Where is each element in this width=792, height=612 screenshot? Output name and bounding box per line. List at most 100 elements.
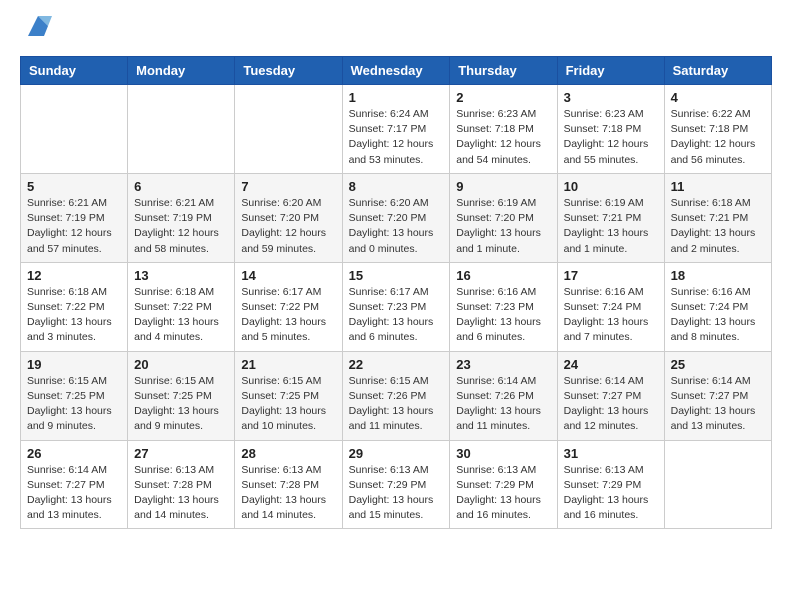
day-info: Sunrise: 6:13 AM Sunset: 7:29 PM Dayligh… bbox=[564, 463, 658, 524]
day-number: 14 bbox=[241, 268, 335, 283]
day-number: 9 bbox=[456, 179, 550, 194]
calendar-cell: 13Sunrise: 6:18 AM Sunset: 7:22 PM Dayli… bbox=[128, 262, 235, 351]
day-number: 18 bbox=[671, 268, 765, 283]
day-number: 22 bbox=[349, 357, 444, 372]
calendar-cell: 31 Sunrise: 6:13 AM Sunset: 7:29 PM Dayli… bbox=[557, 440, 664, 529]
day-number: 12 bbox=[27, 268, 121, 283]
day-info: Sunrise: 6:14 AM Sunset: 7:27 PM Dayligh… bbox=[564, 374, 658, 435]
day-number: 23 bbox=[456, 357, 550, 372]
day-number: 29 bbox=[349, 446, 444, 461]
day-info: Sunrise: 6:13 AM Sunset: 7:28 PM Dayligh… bbox=[241, 463, 335, 524]
calendar-table: SundayMondayTuesdayWednesdayThursdayFrid… bbox=[20, 56, 772, 529]
calendar-cell bbox=[235, 85, 342, 174]
day-info: Sunrise: 6:13 AM Sunset: 7:29 PM Dayligh… bbox=[349, 463, 444, 524]
calendar-cell: 17 Sunrise: 6:16 AM Sunset: 7:24 PM Dayli… bbox=[557, 262, 664, 351]
day-number: 20 bbox=[134, 357, 228, 372]
day-info: Sunrise: 6:16 AM Sunset: 7:24 PM Dayligh… bbox=[564, 285, 658, 346]
day-header-wednesday: Wednesday bbox=[342, 57, 450, 85]
calendar-cell bbox=[664, 440, 771, 529]
day-number: 19 bbox=[27, 357, 121, 372]
day-number: 27 bbox=[134, 446, 228, 461]
calendar-week-row: 12Sunrise: 6:18 AM Sunset: 7:22 PM Dayli… bbox=[21, 262, 772, 351]
calendar-cell: 15Sunrise: 6:17 AM Sunset: 7:23 PM Dayli… bbox=[342, 262, 450, 351]
day-header-tuesday: Tuesday bbox=[235, 57, 342, 85]
day-number: 13 bbox=[134, 268, 228, 283]
day-info: Sunrise: 6:14 AM Sunset: 7:26 PM Dayligh… bbox=[456, 374, 550, 435]
day-info: Sunrise: 6:15 AM Sunset: 7:25 PM Dayligh… bbox=[27, 374, 121, 435]
day-number: 30 bbox=[456, 446, 550, 461]
day-number: 26 bbox=[27, 446, 121, 461]
day-header-sunday: Sunday bbox=[21, 57, 128, 85]
day-info: Sunrise: 6:21 AM Sunset: 7:19 PM Dayligh… bbox=[134, 196, 228, 257]
day-info: Sunrise: 6:20 AM Sunset: 7:20 PM Dayligh… bbox=[349, 196, 444, 257]
day-number: 5 bbox=[27, 179, 121, 194]
day-info: Sunrise: 6:17 AM Sunset: 7:22 PM Dayligh… bbox=[241, 285, 335, 346]
day-number: 31 bbox=[564, 446, 658, 461]
calendar-week-row: 5 Sunrise: 6:21 AM Sunset: 7:19 PM Daylig… bbox=[21, 173, 772, 262]
day-number: 16 bbox=[456, 268, 550, 283]
day-header-friday: Friday bbox=[557, 57, 664, 85]
day-number: 6 bbox=[134, 179, 228, 194]
calendar-cell: 7 Sunrise: 6:20 AM Sunset: 7:20 PM Daylig… bbox=[235, 173, 342, 262]
calendar-cell: 9 Sunrise: 6:19 AM Sunset: 7:20 PM Daylig… bbox=[450, 173, 557, 262]
day-number: 21 bbox=[241, 357, 335, 372]
day-number: 17 bbox=[564, 268, 658, 283]
day-info: Sunrise: 6:16 AM Sunset: 7:23 PM Dayligh… bbox=[456, 285, 550, 346]
calendar-week-row: 1 Sunrise: 6:24 AM Sunset: 7:17 PM Daylig… bbox=[21, 85, 772, 174]
day-info: Sunrise: 6:21 AM Sunset: 7:19 PM Dayligh… bbox=[27, 196, 121, 257]
calendar-cell: 19 Sunrise: 6:15 AM Sunset: 7:25 PM Dayli… bbox=[21, 351, 128, 440]
calendar-cell: 3 Sunrise: 6:23 AM Sunset: 7:18 PM Daylig… bbox=[557, 85, 664, 174]
calendar-cell: 14 Sunrise: 6:17 AM Sunset: 7:22 PM Dayli… bbox=[235, 262, 342, 351]
day-header-saturday: Saturday bbox=[664, 57, 771, 85]
day-number: 1 bbox=[349, 90, 444, 105]
calendar-week-row: 19 Sunrise: 6:15 AM Sunset: 7:25 PM Dayli… bbox=[21, 351, 772, 440]
calendar-week-row: 26Sunrise: 6:14 AM Sunset: 7:27 PM Dayli… bbox=[21, 440, 772, 529]
calendar-cell: 10Sunrise: 6:19 AM Sunset: 7:21 PM Dayli… bbox=[557, 173, 664, 262]
calendar-cell bbox=[21, 85, 128, 174]
page-header bbox=[20, 20, 772, 40]
day-number: 10 bbox=[564, 179, 658, 194]
day-info: Sunrise: 6:22 AM Sunset: 7:18 PM Dayligh… bbox=[671, 107, 765, 168]
day-info: Sunrise: 6:14 AM Sunset: 7:27 PM Dayligh… bbox=[671, 374, 765, 435]
day-info: Sunrise: 6:13 AM Sunset: 7:29 PM Dayligh… bbox=[456, 463, 550, 524]
calendar-cell: 27 Sunrise: 6:13 AM Sunset: 7:28 PM Dayli… bbox=[128, 440, 235, 529]
day-number: 24 bbox=[564, 357, 658, 372]
day-info: Sunrise: 6:20 AM Sunset: 7:20 PM Dayligh… bbox=[241, 196, 335, 257]
day-info: Sunrise: 6:18 AM Sunset: 7:21 PM Dayligh… bbox=[671, 196, 765, 257]
calendar-cell: 30 Sunrise: 6:13 AM Sunset: 7:29 PM Dayli… bbox=[450, 440, 557, 529]
day-number: 11 bbox=[671, 179, 765, 194]
calendar-cell: 2Sunrise: 6:23 AM Sunset: 7:18 PM Daylig… bbox=[450, 85, 557, 174]
logo bbox=[20, 20, 52, 40]
calendar-cell bbox=[128, 85, 235, 174]
day-info: Sunrise: 6:13 AM Sunset: 7:28 PM Dayligh… bbox=[134, 463, 228, 524]
day-info: Sunrise: 6:15 AM Sunset: 7:26 PM Dayligh… bbox=[349, 374, 444, 435]
calendar-cell: 20Sunrise: 6:15 AM Sunset: 7:25 PM Dayli… bbox=[128, 351, 235, 440]
calendar-cell: 6 Sunrise: 6:21 AM Sunset: 7:19 PM Daylig… bbox=[128, 173, 235, 262]
calendar-cell: 5 Sunrise: 6:21 AM Sunset: 7:19 PM Daylig… bbox=[21, 173, 128, 262]
calendar-cell: 25 Sunrise: 6:14 AM Sunset: 7:27 PM Dayli… bbox=[664, 351, 771, 440]
day-header-monday: Monday bbox=[128, 57, 235, 85]
day-number: 4 bbox=[671, 90, 765, 105]
calendar-cell: 11 Sunrise: 6:18 AM Sunset: 7:21 PM Dayli… bbox=[664, 173, 771, 262]
day-info: Sunrise: 6:23 AM Sunset: 7:18 PM Dayligh… bbox=[564, 107, 658, 168]
calendar-cell: 24 Sunrise: 6:14 AM Sunset: 7:27 PM Dayli… bbox=[557, 351, 664, 440]
calendar-header-row: SundayMondayTuesdayWednesdayThursdayFrid… bbox=[21, 57, 772, 85]
day-info: Sunrise: 6:19 AM Sunset: 7:20 PM Dayligh… bbox=[456, 196, 550, 257]
day-number: 28 bbox=[241, 446, 335, 461]
day-header-thursday: Thursday bbox=[450, 57, 557, 85]
calendar-cell: 12Sunrise: 6:18 AM Sunset: 7:22 PM Dayli… bbox=[21, 262, 128, 351]
day-info: Sunrise: 6:15 AM Sunset: 7:25 PM Dayligh… bbox=[241, 374, 335, 435]
calendar-cell: 29 Sunrise: 6:13 AM Sunset: 7:29 PM Dayli… bbox=[342, 440, 450, 529]
day-number: 25 bbox=[671, 357, 765, 372]
calendar-cell: 21 Sunrise: 6:15 AM Sunset: 7:25 PM Dayli… bbox=[235, 351, 342, 440]
calendar-cell: 1 Sunrise: 6:24 AM Sunset: 7:17 PM Daylig… bbox=[342, 85, 450, 174]
day-number: 15 bbox=[349, 268, 444, 283]
calendar-cell: 8Sunrise: 6:20 AM Sunset: 7:20 PM Daylig… bbox=[342, 173, 450, 262]
day-info: Sunrise: 6:24 AM Sunset: 7:17 PM Dayligh… bbox=[349, 107, 444, 168]
calendar-cell: 26Sunrise: 6:14 AM Sunset: 7:27 PM Dayli… bbox=[21, 440, 128, 529]
calendar-cell: 22 Sunrise: 6:15 AM Sunset: 7:26 PM Dayli… bbox=[342, 351, 450, 440]
day-number: 3 bbox=[564, 90, 658, 105]
calendar-cell: 18 Sunrise: 6:16 AM Sunset: 7:24 PM Dayli… bbox=[664, 262, 771, 351]
day-number: 7 bbox=[241, 179, 335, 194]
day-info: Sunrise: 6:16 AM Sunset: 7:24 PM Dayligh… bbox=[671, 285, 765, 346]
